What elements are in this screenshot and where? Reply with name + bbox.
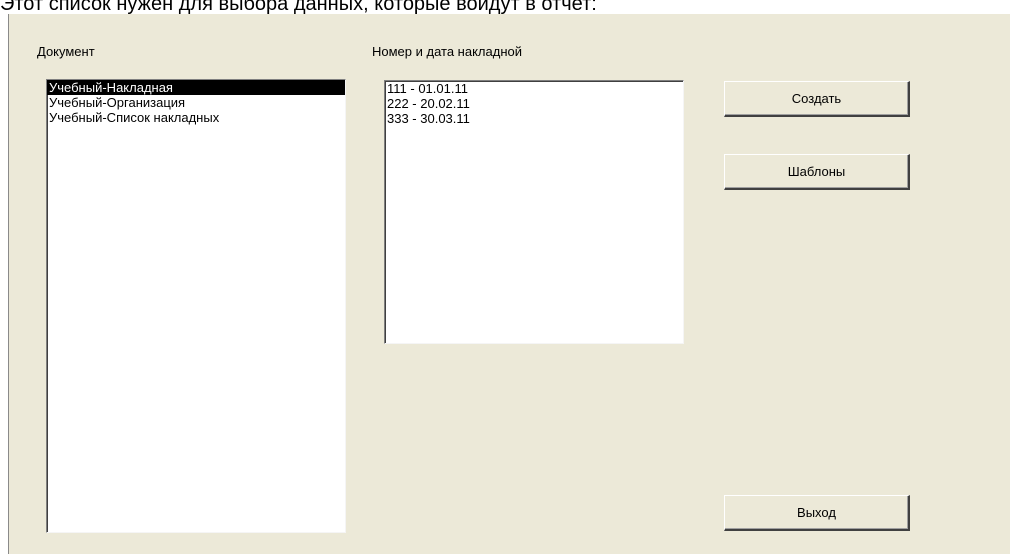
invoice-list-item[interactable]: 333 - 30.03.11 xyxy=(385,111,683,126)
document-listbox[interactable]: Учебный-Накладная Учебный-Организация Уч… xyxy=(46,79,346,533)
document-list-label: Документ xyxy=(37,44,95,59)
invoice-list-label: Номер и дата накладной xyxy=(372,44,522,59)
invoice-list-item[interactable]: 111 - 01.01.11 xyxy=(385,81,683,96)
document-list-item[interactable]: Учебный-Список накладных xyxy=(47,110,345,125)
invoice-listbox[interactable]: 111 - 01.01.11 222 - 20.02.11 333 - 30.0… xyxy=(384,80,684,344)
report-dialog: Документ Учебный-Накладная Учебный-Орган… xyxy=(8,14,1010,554)
document-list-item[interactable]: Учебный-Накладная xyxy=(47,80,345,95)
templates-button[interactable]: Шаблоны xyxy=(724,154,910,190)
caption-text: Этот список нужен для выбора данных, кот… xyxy=(0,0,597,14)
exit-button[interactable]: Выход xyxy=(724,495,910,531)
document-list-item[interactable]: Учебный-Организация xyxy=(47,95,345,110)
create-button[interactable]: Создать xyxy=(724,81,910,117)
invoice-list-item[interactable]: 222 - 20.02.11 xyxy=(385,96,683,111)
